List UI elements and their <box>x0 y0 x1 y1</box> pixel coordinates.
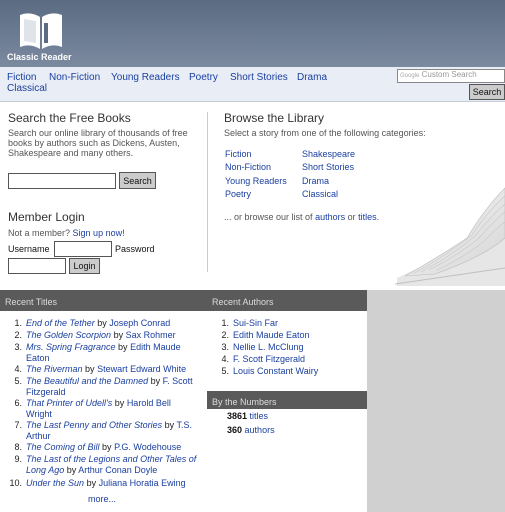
nav-non-fiction[interactable]: Non-Fiction <box>49 72 100 83</box>
author-link[interactable]: Sax Rohmer <box>126 330 176 340</box>
open-books-illustration <box>395 187 505 286</box>
authors-stat-link[interactable]: authors <box>245 425 275 435</box>
title-link[interactable]: The Golden Scorpion <box>26 330 111 340</box>
list-item: 1. Sui-Sin Far <box>221 318 279 328</box>
category-drama[interactable]: Drama <box>302 176 329 186</box>
browse-all-line: ... or browse our list of authors or tit… <box>224 212 379 222</box>
logo-text: Classic Reader <box>7 52 72 62</box>
recent-titles-list: 1. End of the Tether by Joseph Conrad 2.… <box>0 311 207 512</box>
nav-short-stories[interactable]: Short Stories <box>230 72 288 83</box>
recent-titles-heading: Recent Titles <box>5 297 58 307</box>
title-link[interactable]: The Riverman <box>26 364 83 374</box>
google-prefix: Google <box>400 73 420 79</box>
more-titles-link[interactable]: more... <box>88 494 116 504</box>
category-short-stories[interactable]: Short Stories <box>302 162 354 172</box>
member-login-title: Member Login <box>8 210 85 224</box>
author-link[interactable]: Joseph Conrad <box>109 318 170 328</box>
recent-authors-panel: Recent Authors 1. Sui-Sin Far 2. Edith Mau… <box>207 290 367 391</box>
browse-library-title: Browse the Library <box>224 111 325 125</box>
password-label: Password <box>115 244 155 254</box>
category-fiction[interactable]: Fiction <box>225 149 252 159</box>
search-books-title: Search the Free Books <box>8 111 131 125</box>
list-item: 3. Nellie L. McClung <box>221 342 304 352</box>
stats-box: 3861 titles 360 authors <box>207 409 367 512</box>
title-link[interactable]: The Last Penny and Other Stories <box>26 420 162 430</box>
recent-authors-list: 1. Sui-Sin Far 2. Edith Maude Eaton 3. Nell… <box>207 311 367 391</box>
author-link[interactable]: Arthur Conan Doyle <box>78 465 157 475</box>
titles-link[interactable]: titles <box>358 212 377 222</box>
username-field[interactable] <box>54 241 112 257</box>
search-books-description: Search our online library of thousands o… <box>8 128 188 158</box>
titles-count: 3861 <box>227 411 248 421</box>
column-divider <box>207 112 208 272</box>
books-search-input[interactable] <box>8 173 116 189</box>
nav-fiction[interactable]: Fiction <box>7 72 36 83</box>
title-link[interactable]: That Printer of Udell's <box>26 398 112 408</box>
list-item: 5. Louis Constant Wairy <box>221 366 319 376</box>
search-placeholder: Custom Search <box>421 70 477 79</box>
custom-search-input[interactable]: Google Custom Search <box>397 69 505 83</box>
browse-description: Select a story from one of the following… <box>224 128 426 138</box>
author-link[interactable]: Edith Maude Eaton <box>233 330 310 340</box>
browse-end: . <box>376 212 380 222</box>
author-link[interactable]: P.G. Wodehouse <box>114 442 181 452</box>
site-logo[interactable]: Classic Reader <box>7 6 77 62</box>
signup-link[interactable]: Sign up now! <box>73 228 125 238</box>
author-link[interactable]: Sui-Sin Far <box>233 318 278 328</box>
author-link[interactable]: Louis Constant Wairy <box>233 366 318 376</box>
recent-authors-heading: Recent Authors <box>212 297 274 307</box>
nav-classical[interactable]: Classical <box>7 83 47 94</box>
open-book-icon <box>20 13 62 49</box>
category-non-fiction[interactable]: Non-Fiction <box>225 162 271 172</box>
titles-stat: 3861 titles <box>227 411 268 421</box>
title-link[interactable]: Under the Sun <box>26 478 84 488</box>
author-link[interactable]: F. Scott Fitzgerald <box>233 354 305 364</box>
list-item: 4. F. Scott Fitzgerald <box>221 354 306 364</box>
category-shakespeare[interactable]: Shakespeare <box>302 149 355 159</box>
nav-young-readers[interactable]: Young Readers <box>111 72 180 83</box>
title-link[interactable]: End of the Tether <box>26 318 95 328</box>
right-gutter <box>367 290 505 512</box>
category-nav: Fiction Non-Fiction Young Readers Poetry… <box>0 67 505 102</box>
signup-prompt: Not a member? Sign up now! <box>8 228 125 238</box>
category-poetry[interactable]: Poetry <box>225 189 251 199</box>
nav-poetry[interactable]: Poetry <box>189 72 218 83</box>
custom-search-button[interactable]: Search <box>469 84 505 100</box>
browse-or-text: ... or browse our list of <box>224 212 313 222</box>
not-member-text: Not a member? <box>8 228 71 238</box>
category-young-readers[interactable]: Young Readers <box>225 176 287 186</box>
list-item: 2. Edith Maude Eaton <box>221 330 310 340</box>
username-label: Username <box>8 244 50 254</box>
login-button[interactable]: Login <box>69 258 100 274</box>
authors-stat: 360 authors <box>227 425 275 435</box>
title-link[interactable]: The Coming of Bill <box>26 442 100 452</box>
password-field[interactable] <box>8 258 66 274</box>
author-link[interactable]: Stewart Edward White <box>97 364 186 374</box>
books-search-button[interactable]: Search <box>119 172 156 189</box>
author-link[interactable]: Juliana Horatia Ewing <box>99 478 186 488</box>
authors-count: 360 <box>227 425 243 435</box>
authors-link[interactable]: authors <box>315 212 345 222</box>
author-link[interactable]: Nellie L. McClung <box>233 342 304 352</box>
nav-drama[interactable]: Drama <box>297 72 327 83</box>
by-the-numbers-heading: By the Numbers <box>212 397 277 407</box>
by-the-numbers-panel: By the Numbers 3861 titles 360 authors <box>207 391 367 512</box>
category-classical[interactable]: Classical <box>302 189 338 199</box>
site-header: Classic Reader <box>0 0 505 67</box>
recent-titles-panel: Recent Titles 1. End of the Tether by Jo… <box>0 290 207 512</box>
title-link[interactable]: Mrs. Spring Fragrance <box>26 342 116 352</box>
browse-or-word: or <box>347 212 356 222</box>
title-link[interactable]: The Beautiful and the Damned <box>26 376 148 386</box>
titles-stat-link[interactable]: titles <box>250 411 269 421</box>
